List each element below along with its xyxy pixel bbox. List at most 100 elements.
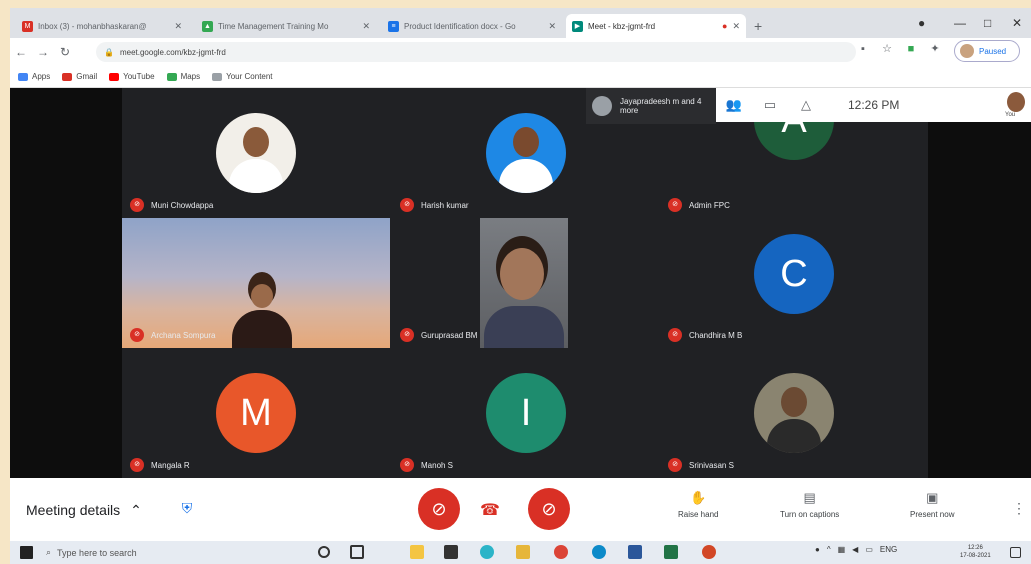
shield-icon[interactable]: ⛨ bbox=[176, 500, 198, 522]
network-icon[interactable]: ▦ bbox=[838, 545, 846, 554]
browser-tab[interactable]: ▲ Time Management Training Mo ✕ bbox=[196, 14, 376, 38]
volume-icon[interactable]: ◀ bbox=[852, 545, 858, 554]
meet-icon: ▶ bbox=[572, 20, 583, 32]
powerpoint-icon[interactable] bbox=[702, 545, 716, 559]
reload-icon[interactable]: ↻ bbox=[54, 45, 76, 59]
forward-icon[interactable]: → bbox=[32, 45, 54, 59]
chat-icon[interactable]: ▭ bbox=[752, 97, 788, 113]
search-placeholder: Type here to search bbox=[57, 547, 137, 558]
bookmark-your-content[interactable]: Your Content bbox=[212, 72, 273, 81]
chrome-icon[interactable] bbox=[554, 545, 568, 559]
mic-off-icon: ⊘ bbox=[400, 198, 414, 212]
close-tab-icon[interactable]: ✕ bbox=[362, 21, 370, 32]
star-icon[interactable]: ☆ bbox=[880, 42, 894, 55]
present-icon: ▣ bbox=[926, 490, 939, 505]
extensions-icon[interactable]: ✦ bbox=[928, 42, 942, 55]
camera-toggle-button[interactable]: ⊘ bbox=[528, 488, 570, 530]
bookmark-maps[interactable]: Maps bbox=[166, 72, 200, 81]
system-clock[interactable]: 12:26 17-08-2021 bbox=[960, 544, 991, 560]
participant-tile[interactable]: M ⊘ Mangala R bbox=[122, 348, 390, 478]
close-window-icon[interactable]: ✕ bbox=[1012, 16, 1022, 30]
people-icon[interactable]: 👥 bbox=[716, 97, 752, 113]
browser-tab[interactable]: M Inbox (3) - mohanbhaskaran@ ✕ bbox=[16, 14, 188, 38]
participant-avatar: I bbox=[486, 373, 566, 453]
clock-time: 12:26 bbox=[967, 545, 983, 551]
store-icon[interactable] bbox=[444, 545, 458, 559]
language-indicator[interactable]: ENG bbox=[880, 545, 897, 554]
self-view[interactable]: You bbox=[1005, 92, 1027, 118]
participant-tile[interactable]: ⊘ Srinivasan S bbox=[660, 348, 928, 478]
close-tab-icon[interactable]: ✕ bbox=[732, 21, 740, 32]
present-now-button[interactable]: ▣ Present now bbox=[910, 490, 954, 519]
present-label: Present now bbox=[910, 510, 955, 519]
captions-button[interactable]: ▤ Turn on captions bbox=[780, 490, 839, 519]
address-bar-row: ← → ↻ 🔒 meet.google.com/kbz-jgmt-frd ▪ ☆… bbox=[10, 38, 1031, 66]
camera-indicator-icon[interactable]: ▪ bbox=[856, 43, 870, 55]
word-icon[interactable] bbox=[628, 545, 642, 559]
mic-off-icon: ⊘ bbox=[400, 328, 414, 342]
new-tab-icon[interactable]: + bbox=[754, 18, 762, 34]
bookmarks-bar: Apps Gmail YouTube Maps Your Content bbox=[10, 66, 1031, 88]
participant-label: ⊘ Admin FPC bbox=[668, 198, 730, 212]
notifications-icon[interactable] bbox=[1010, 547, 1021, 558]
bookmark-youtube[interactable]: YouTube bbox=[109, 72, 155, 81]
maximize-icon[interactable]: □ bbox=[984, 16, 991, 30]
mic-off-icon: ⊘ bbox=[130, 198, 144, 212]
self-label: You bbox=[1005, 112, 1016, 118]
minimize-icon[interactable]: — bbox=[954, 16, 966, 30]
avatar-head bbox=[243, 127, 269, 157]
windows-start-icon[interactable] bbox=[20, 546, 33, 559]
maps-icon bbox=[166, 72, 177, 81]
file-explorer-icon[interactable] bbox=[410, 545, 424, 559]
task-view-icon[interactable] bbox=[350, 545, 364, 559]
chevron-up-tray-icon[interactable]: ^ bbox=[827, 545, 831, 554]
content-icon bbox=[212, 72, 223, 81]
participant-tile[interactable]: ⊘ Muni Chowdappa bbox=[122, 88, 390, 218]
participant-tile[interactable]: C ⊘ Chandhira M B bbox=[660, 218, 928, 348]
url-field[interactable]: 🔒 meet.google.com/kbz-jgmt-frd bbox=[96, 42, 856, 62]
mic-toggle-button[interactable]: ⊘ bbox=[418, 488, 460, 530]
left-letterbox bbox=[10, 88, 125, 478]
mic-off-icon: ⊘ bbox=[668, 328, 682, 342]
back-icon[interactable]: ← bbox=[10, 45, 32, 59]
tab-title: Product Identification docx - Go bbox=[404, 21, 516, 31]
browser-tab[interactable]: ≡ Product Identification docx - Go ✕ bbox=[382, 14, 562, 38]
close-tab-icon[interactable]: ✕ bbox=[174, 21, 182, 32]
profile-menu-icon[interactable]: ● bbox=[918, 16, 925, 30]
taskbar-search[interactable]: ⌕ Type here to search bbox=[46, 544, 286, 561]
search-icon: ⌕ bbox=[46, 547, 52, 557]
battery-icon[interactable]: ▭ bbox=[865, 545, 873, 554]
bookmark-gmail[interactable]: Gmail bbox=[62, 72, 97, 81]
edge-new-icon[interactable] bbox=[592, 545, 606, 559]
people-tray-icon[interactable]: ● bbox=[815, 545, 820, 554]
recording-dot-icon: ● bbox=[722, 21, 728, 31]
participant-video-tile[interactable]: ⊘ Guruprasad BM bbox=[392, 218, 660, 348]
docs-icon: ≡ bbox=[388, 20, 399, 32]
explorer-folder-icon[interactable] bbox=[516, 545, 530, 559]
captions-label: Turn on captions bbox=[780, 510, 840, 519]
edge-icon[interactable] bbox=[480, 545, 494, 559]
activities-icon[interactable]: △ bbox=[788, 97, 824, 113]
toolbar-icons: ▪ ☆ ■ ✦ bbox=[856, 42, 942, 56]
avatar-shirt bbox=[499, 159, 553, 193]
close-tab-icon[interactable]: ✕ bbox=[548, 21, 556, 32]
browser-tab-active[interactable]: ▶ Meet - kbz-jgmt-frd ● ✕ bbox=[566, 14, 746, 38]
profile-button[interactable]: Paused bbox=[954, 40, 1020, 62]
participant-tile[interactable]: I ⊘ Manoh S bbox=[392, 348, 660, 478]
meeting-details-button[interactable]: Meeting details ⌃ bbox=[26, 502, 142, 519]
leave-call-icon[interactable]: ☎ bbox=[480, 500, 500, 520]
more-options-icon[interactable]: ⋮ bbox=[1012, 500, 1026, 517]
youtube-icon bbox=[109, 72, 120, 81]
participants-toast[interactable]: Jayapradeesh m and 4 more bbox=[586, 88, 716, 124]
participant-person bbox=[232, 272, 292, 348]
bookmark-apps[interactable]: Apps bbox=[18, 72, 50, 81]
browser-window: M Inbox (3) - mohanbhaskaran@ ✕ ▲ Time M… bbox=[10, 8, 1031, 88]
meeting-details-label: Meeting details bbox=[26, 502, 121, 518]
hand-icon: ✋ bbox=[690, 490, 707, 505]
participant-video-tile[interactable]: ⊘ Archana Sompura bbox=[122, 218, 390, 348]
participant-label: ⊘ Chandhira M B bbox=[668, 328, 742, 342]
extension-green-icon[interactable]: ■ bbox=[904, 43, 918, 55]
cortana-icon[interactable] bbox=[318, 546, 330, 558]
raise-hand-button[interactable]: ✋ Raise hand bbox=[678, 490, 718, 519]
excel-icon[interactable] bbox=[664, 545, 678, 559]
